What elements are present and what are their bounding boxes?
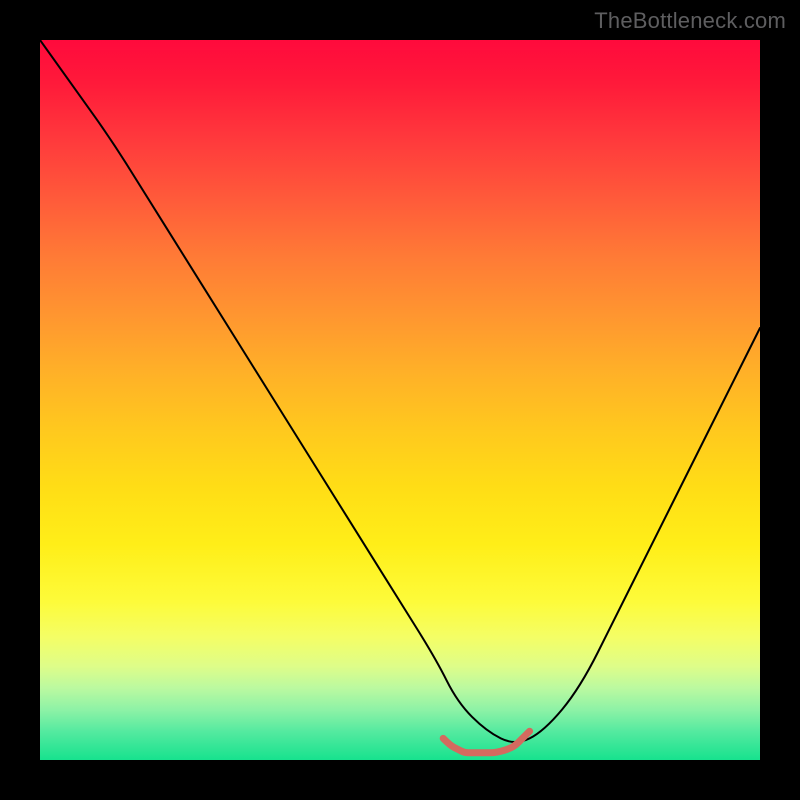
highlight-flat-region-path: [443, 731, 529, 753]
watermark-text: TheBottleneck.com: [594, 8, 786, 34]
chart-frame: TheBottleneck.com: [0, 0, 800, 800]
curve-layer: [40, 40, 760, 760]
plot-area: [40, 40, 760, 760]
bottleneck-curve-path: [40, 40, 760, 742]
